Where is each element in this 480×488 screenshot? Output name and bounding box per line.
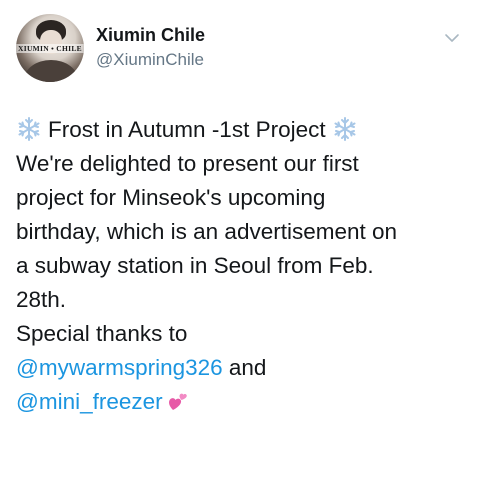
avatar-logo-text: XIUMIN • CHILE [16, 44, 84, 53]
tweet-body-line: birthday, which is an advertisement on [16, 219, 398, 244]
tweet-mention-line: @mywarmspring326 and [16, 351, 468, 385]
avatar[interactable]: XIUMIN • CHILE [16, 14, 84, 82]
tweet-body-line: a subway station in Seoul from Feb. [16, 253, 374, 278]
mention-link[interactable]: @mini_freezer [16, 389, 163, 414]
tweet-body-line: project for Minseok's upcoming [16, 185, 326, 210]
tweet-title: Frost in Autumn -1st Project [48, 117, 326, 142]
user-handle[interactable]: @XiuminChile [96, 50, 204, 70]
avatar-body [24, 60, 78, 82]
tweet-text: Frost in Autumn -1st Project We're delig… [16, 113, 468, 419]
display-name[interactable]: Xiumin Chile [96, 24, 205, 46]
tweet-body-line: Special thanks to [16, 321, 188, 346]
mention-link[interactable]: @mywarmspring326 [16, 355, 223, 380]
snowflake-icon [334, 117, 356, 141]
snowflake-icon [18, 117, 40, 141]
tweet-conjunction: and [222, 355, 267, 380]
tweet-mention-line: @mini_freezer [16, 385, 468, 419]
chevron-down-icon[interactable] [444, 30, 460, 46]
tweet-body-line: We're delighted to present our first [16, 151, 359, 176]
tweet-body-line: 28th. [16, 287, 67, 312]
tweet-title-line: Frost in Autumn -1st Project [16, 113, 468, 147]
two-hearts-icon [168, 393, 187, 410]
tweet-card: XIUMIN • CHILE Xiumin Chile @XiuminChile [0, 0, 480, 488]
